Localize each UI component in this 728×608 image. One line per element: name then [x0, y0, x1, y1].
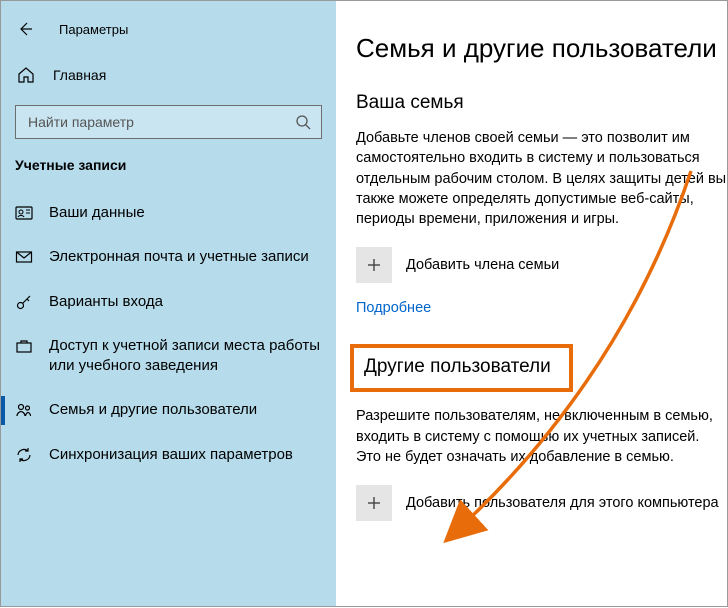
window-title: Параметры	[59, 22, 128, 37]
sync-icon	[15, 446, 33, 464]
add-other-user[interactable]: Добавить пользователя для этого компьюте…	[356, 485, 727, 521]
add-other-user-label: Добавить пользователя для этого компьюте…	[406, 495, 719, 511]
section-others-heading: Другие пользователи	[350, 344, 573, 392]
sidebar-item-label: Семья и другие пользователи	[49, 400, 326, 420]
section-family-heading: Ваша семья	[356, 92, 727, 114]
sidebar-item-label: Варианты входа	[49, 292, 326, 312]
back-button[interactable]	[15, 19, 35, 39]
add-family-member[interactable]: Добавить члена семьи	[356, 247, 727, 283]
sidebar-item-label: Ваши данные	[49, 203, 326, 223]
section-family-description: Добавьте членов своей семьи — это позвол…	[356, 128, 727, 229]
page-title: Семья и другие пользователи	[356, 33, 727, 64]
sidebar-item-label: Доступ к учетной записи места работы или…	[49, 336, 326, 377]
key-icon	[15, 293, 33, 311]
briefcase-icon	[15, 337, 33, 355]
person-card-icon	[15, 204, 33, 222]
content-pane: Семья и другие пользователи Ваша семья Д…	[336, 1, 727, 606]
plus-icon	[356, 485, 392, 521]
section-others-description: Разрешите пользователям, не включенным в…	[356, 406, 727, 467]
sidebar-section-label: Учетные записи	[1, 157, 336, 191]
mail-icon	[15, 248, 33, 266]
sidebar-item-signin-options[interactable]: Варианты входа	[1, 280, 336, 324]
search-wrap	[15, 105, 322, 139]
add-family-member-label: Добавить члена семьи	[406, 257, 559, 273]
sidebar-item-family-users[interactable]: Семья и другие пользователи	[1, 388, 336, 432]
arrow-left-icon	[17, 21, 33, 37]
titlebar: Параметры	[1, 9, 336, 49]
settings-window: Параметры Главная Учетные запи	[0, 0, 728, 607]
sidebar-nav: Ваши данные Электронная почта и учетные …	[1, 191, 336, 477]
sidebar: Параметры Главная Учетные запи	[1, 1, 336, 606]
sidebar-home[interactable]: Главная	[1, 55, 336, 95]
plus-icon	[356, 247, 392, 283]
search-box[interactable]	[15, 105, 322, 139]
family-more-link[interactable]: Подробнее	[356, 300, 431, 316]
sidebar-item-label: Электронная почта и учетные записи	[49, 247, 326, 267]
sidebar-item-label: Синхронизация ваших параметров	[49, 445, 326, 465]
sidebar-item-work-access[interactable]: Доступ к учетной записи места работы или…	[1, 324, 336, 389]
sidebar-item-sync[interactable]: Синхронизация ваших параметров	[1, 433, 336, 477]
search-input[interactable]	[26, 113, 295, 131]
sidebar-item-your-info[interactable]: Ваши данные	[1, 191, 336, 235]
sidebar-item-email-accounts[interactable]: Электронная почта и учетные записи	[1, 235, 336, 279]
search-icon	[295, 114, 311, 130]
people-icon	[15, 401, 33, 419]
home-icon	[17, 66, 35, 84]
sidebar-home-label: Главная	[53, 67, 106, 83]
